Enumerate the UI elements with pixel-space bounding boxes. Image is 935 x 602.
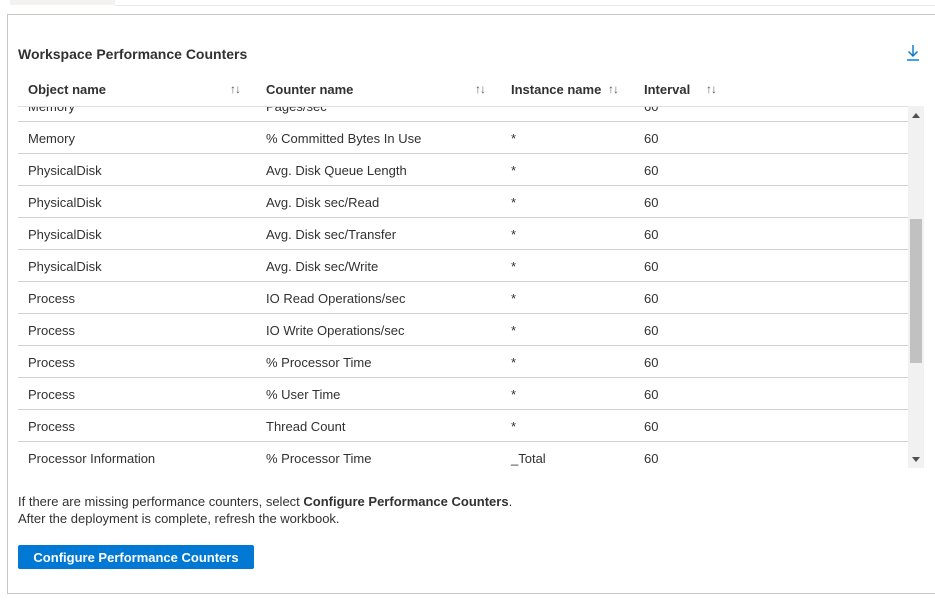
object-name-cell: PhysicalDisk bbox=[28, 259, 102, 274]
instance-name-cell: * bbox=[511, 131, 517, 146]
object-name-cell: PhysicalDisk bbox=[28, 227, 102, 242]
section-title: Workspace Performance Counters bbox=[18, 46, 248, 62]
interval-cell: 60 bbox=[644, 451, 659, 466]
interval-cell: 60 bbox=[644, 291, 659, 306]
counter-name-cell: % User Time bbox=[266, 387, 341, 402]
object-name-cell: Processor Information bbox=[28, 451, 156, 466]
interval-cell: 60 bbox=[644, 355, 659, 370]
interval-cell: 60 bbox=[644, 387, 659, 402]
tab-stub[interactable] bbox=[10, 0, 115, 5]
instance-name-cell: * bbox=[511, 195, 517, 210]
object-name-cell: Process bbox=[28, 291, 75, 306]
instance-name-cell: _Total bbox=[511, 451, 546, 466]
note-line-1-bold: Configure Performance Counters bbox=[303, 494, 509, 509]
interval-cell: 60 bbox=[644, 106, 659, 114]
interval-cell: 60 bbox=[644, 195, 659, 210]
grid-rows: Memory Pages/sec 60 Memory % Committed Bytes… bbox=[18, 106, 908, 468]
table-header: Object name ↑↓ Counter name ↑↓ Instance … bbox=[18, 76, 908, 106]
table-row[interactable]: Process Thread Count * 60 bbox=[18, 410, 908, 442]
interval-cell: 60 bbox=[644, 419, 659, 434]
object-name-cell: PhysicalDisk bbox=[28, 195, 102, 210]
interval-cell: 60 bbox=[644, 259, 659, 274]
counter-name-cell: Thread Count bbox=[266, 419, 346, 434]
scrollbar-thumb[interactable] bbox=[910, 219, 922, 363]
object-name-cell: Process bbox=[28, 419, 75, 434]
column-header-instance-name[interactable]: Instance name bbox=[511, 82, 601, 97]
instance-name-cell: * bbox=[511, 419, 517, 434]
instance-name-cell: * bbox=[511, 387, 517, 402]
tab-strip-divider bbox=[115, 5, 935, 6]
note-line-1-prefix: If there are missing performance counter… bbox=[18, 494, 304, 509]
counter-name-cell: Avg. Disk sec/Read bbox=[266, 195, 380, 210]
counter-name-cell: Avg. Disk sec/Transfer bbox=[266, 227, 397, 242]
instance-name-cell: * bbox=[511, 323, 517, 338]
object-name-cell: Process bbox=[28, 323, 75, 338]
counter-name-cell: Avg. Disk Queue Length bbox=[266, 163, 407, 178]
counter-name-cell: IO Write Operations/sec bbox=[266, 323, 405, 338]
scroll-down-icon[interactable] bbox=[908, 451, 924, 468]
counter-name-cell: % Committed Bytes In Use bbox=[266, 131, 422, 146]
counter-name-cell: % Processor Time bbox=[266, 451, 372, 466]
counters-grid[interactable]: Memory Pages/sec 60 Memory % Committed Bytes… bbox=[18, 106, 908, 468]
counter-name-cell: IO Read Operations/sec bbox=[266, 291, 406, 306]
sort-counter-name-icon[interactable]: ↑↓ bbox=[475, 82, 486, 96]
table-row[interactable]: Process IO Write Operations/sec * 60 bbox=[18, 314, 908, 346]
download-icon[interactable] bbox=[905, 44, 921, 62]
table-row[interactable]: PhysicalDisk Avg. Disk sec/Write * 60 bbox=[18, 250, 908, 282]
note-line-2: After the deployment is complete, refres… bbox=[18, 511, 340, 526]
object-name-cell: Memory bbox=[28, 131, 75, 146]
instance-name-cell: * bbox=[511, 163, 517, 178]
counter-name-cell: Pages/sec bbox=[266, 106, 327, 114]
object-name-cell: Memory bbox=[28, 106, 75, 114]
table-row[interactable]: Processor Information % Processor Time _To… bbox=[18, 442, 908, 468]
table-row[interactable]: Process % Processor Time * 60 bbox=[18, 346, 908, 378]
column-header-interval[interactable]: Interval bbox=[644, 82, 690, 97]
sort-interval-icon[interactable]: ↑↓ bbox=[706, 82, 717, 96]
object-name-cell: PhysicalDisk bbox=[28, 163, 102, 178]
interval-cell: 60 bbox=[644, 131, 659, 146]
scroll-up-icon[interactable] bbox=[908, 106, 924, 123]
table-row[interactable]: PhysicalDisk Avg. Disk sec/Read * 60 bbox=[18, 186, 908, 218]
interval-cell: 60 bbox=[644, 323, 659, 338]
table-row[interactable]: PhysicalDisk Avg. Disk Queue Length * 60 bbox=[18, 154, 908, 186]
instance-name-cell: * bbox=[511, 227, 517, 242]
instance-name-cell: * bbox=[511, 259, 517, 274]
note-line-1: If there are missing performance counter… bbox=[18, 493, 512, 510]
sort-instance-name-icon[interactable]: ↑↓ bbox=[608, 82, 619, 96]
column-header-object-name[interactable]: Object name bbox=[28, 82, 106, 97]
table-row[interactable]: Process % User Time * 60 bbox=[18, 378, 908, 410]
object-name-cell: Process bbox=[28, 355, 75, 370]
missing-counters-note: If there are missing performance counter… bbox=[18, 493, 512, 527]
counter-name-cell: Avg. Disk sec/Write bbox=[266, 259, 379, 274]
table-row[interactable]: Process IO Read Operations/sec * 60 bbox=[18, 282, 908, 314]
table-row[interactable]: PhysicalDisk Avg. Disk sec/Transfer * 60 bbox=[18, 218, 908, 250]
top-tab-strip bbox=[0, 0, 935, 6]
column-header-counter-name[interactable]: Counter name bbox=[266, 82, 353, 97]
instance-name-cell: * bbox=[511, 355, 517, 370]
note-line-1-suffix: . bbox=[508, 494, 513, 509]
configure-performance-counters-button[interactable]: Configure Performance Counters bbox=[18, 545, 254, 569]
sort-object-name-icon[interactable]: ↑↓ bbox=[230, 82, 241, 96]
table-row[interactable]: Memory % Committed Bytes In Use * 60 bbox=[18, 122, 908, 154]
interval-cell: 60 bbox=[644, 163, 659, 178]
table-row[interactable]: Memory Pages/sec 60 bbox=[18, 106, 908, 122]
instance-name-cell: * bbox=[511, 291, 517, 306]
counter-name-cell: % Processor Time bbox=[266, 355, 372, 370]
object-name-cell: Process bbox=[28, 387, 75, 402]
grid-scrollbar[interactable] bbox=[908, 106, 924, 468]
interval-cell: 60 bbox=[644, 227, 659, 242]
